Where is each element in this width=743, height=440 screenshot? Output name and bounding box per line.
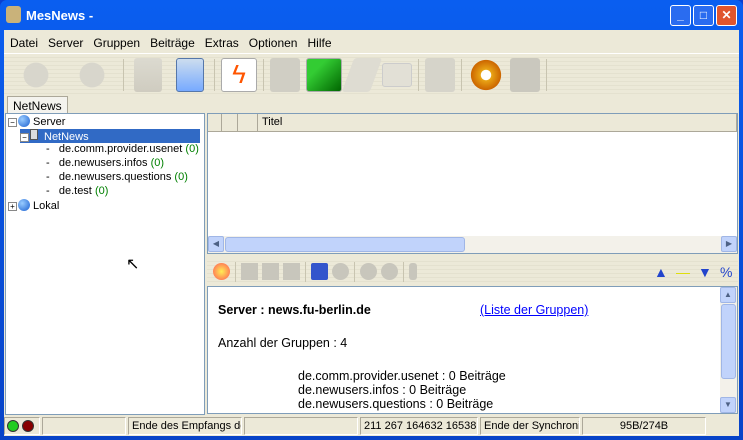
group-line: de.newusers.questions : 0 Beiträge [298,397,494,411]
tree-node-server[interactable]: − Server [8,115,65,128]
reply-icon[interactable] [241,263,258,280]
fax-icon[interactable] [510,57,540,92]
next-icon[interactable] [381,263,398,280]
status-field: Ende der Synchronistation [480,417,580,435]
tree-node-group[interactable]: - de.newusers.questions (0) [46,171,188,183]
font-normal-icon[interactable]: — [676,264,698,280]
server-icon [30,129,38,140]
tag-icon[interactable] [311,263,328,280]
tree-node-lokal[interactable]: + Lokal [8,199,59,212]
previous-icon[interactable] [360,263,377,280]
column-header[interactable] [208,114,222,132]
tree-node-group[interactable]: - de.test (0) [46,185,108,197]
status-field: 211 267 164632 16538 [360,417,478,435]
scroll-down-button[interactable]: ▼ [720,397,736,413]
group-line: de.comm.provider.usenet : 0 Beiträge [298,369,506,383]
minimize-button[interactable]: _ [670,5,691,26]
status-field: 95B/274B [582,417,706,435]
gear-icon[interactable] [468,57,504,92]
percent-icon[interactable]: % [720,264,738,280]
scrollbar-thumb[interactable] [721,304,736,379]
article-preview: Server : news.fu-berlin.de (Liste der Gr… [207,286,738,414]
menu-server[interactable]: Server [42,33,87,52]
article-toolbar: ▲ — ▼ % [207,258,738,285]
menu-optionen[interactable]: Optionen [243,33,302,52]
title-bar: MesNews - _ □ ✕ [0,0,743,30]
column-header[interactable] [238,114,258,132]
connect-icon[interactable] [11,57,61,92]
mouse-cursor-icon: ↖ [126,256,140,273]
up-icon[interactable] [332,263,349,280]
column-header-titel[interactable]: Titel [258,114,737,132]
scrollbar-thumb[interactable] [225,237,465,252]
red-led-icon [22,420,35,432]
scroll-up-button[interactable]: ▲ [720,287,736,303]
printer-icon[interactable] [425,57,455,92]
sync-icon[interactable] [176,57,204,92]
scroll-left-button[interactable]: ◀ [208,236,224,252]
vertical-scrollbar[interactable]: ▲ ▼ [720,287,737,413]
globe-icon [18,199,30,211]
save-icon[interactable] [270,57,300,92]
group-tree: − Server − NetNews - de.comm.provider.usen… [5,113,205,415]
horizontal-scrollbar[interactable]: ◀ ▶ [208,236,737,253]
expand-icon[interactable]: + [8,202,17,211]
scroll-right-button[interactable]: ▶ [721,236,737,252]
tab-netnews[interactable]: NetNews [7,96,68,113]
font-smaller-icon[interactable]: ▼ [698,264,720,280]
article-list: Titel ◀ ▶ [207,113,738,254]
status-field: Ende des Empfangs de [128,417,242,435]
menu-hilfe[interactable]: Hilfe [301,33,335,52]
collapse-icon[interactable]: − [20,133,29,142]
group-list-link[interactable]: (Liste der Gruppen) [480,303,588,317]
menu-datei[interactable]: Datei [4,33,42,52]
tree-node-group[interactable]: - de.comm.provider.usenet (0) [46,143,199,155]
font-larger-icon[interactable]: ▲ [654,264,676,280]
server-label: Server : news.fu-berlin.de [218,303,371,317]
refresh-icon[interactable] [134,57,162,92]
collapse-icon[interactable]: − [8,118,17,127]
menu-extras[interactable]: Extras [199,33,243,52]
menu-beitraege[interactable]: Beiträge [144,33,199,52]
connection-leds [4,417,40,435]
main-window: MesNews - _ □ ✕ Datei Server Gruppen Bei… [0,0,743,440]
status-bar: Ende des Empfangs de 211 267 164632 1653… [4,417,739,436]
forward-icon[interactable] [283,263,300,280]
green-led-icon [7,420,19,432]
attachment-icon[interactable] [409,263,417,280]
window-title: MesNews - [26,8,94,23]
menu-bar: Datei Server Gruppen Beiträge Extras Opt… [4,33,336,52]
reply-all-icon[interactable] [262,263,279,280]
group-count: Anzahl der Gruppen : 4 [218,336,348,350]
app-logo-icon [6,6,21,23]
column-header[interactable] [222,114,238,132]
newspaper-icon[interactable] [341,57,383,92]
maximize-button[interactable]: □ [693,5,714,26]
main-toolbar: ϟ [4,53,739,95]
connect-all-icon[interactable] [67,57,117,92]
status-field [42,417,126,435]
tree-node-group[interactable]: - de.newusers.infos (0) [46,157,164,169]
close-button[interactable]: ✕ [716,5,737,26]
lightning-icon[interactable]: ϟ [221,57,257,92]
menu-gruppen[interactable]: Gruppen [87,33,144,52]
card-icon[interactable] [382,62,412,87]
status-field [244,417,358,435]
folder-icon[interactable] [306,57,342,92]
group-line: de.newusers.infos : 0 Beiträge [298,383,467,397]
tree-node-netnews[interactable]: − NetNews [20,129,200,143]
edit-icon[interactable] [213,263,230,280]
globe-icon [18,115,30,127]
